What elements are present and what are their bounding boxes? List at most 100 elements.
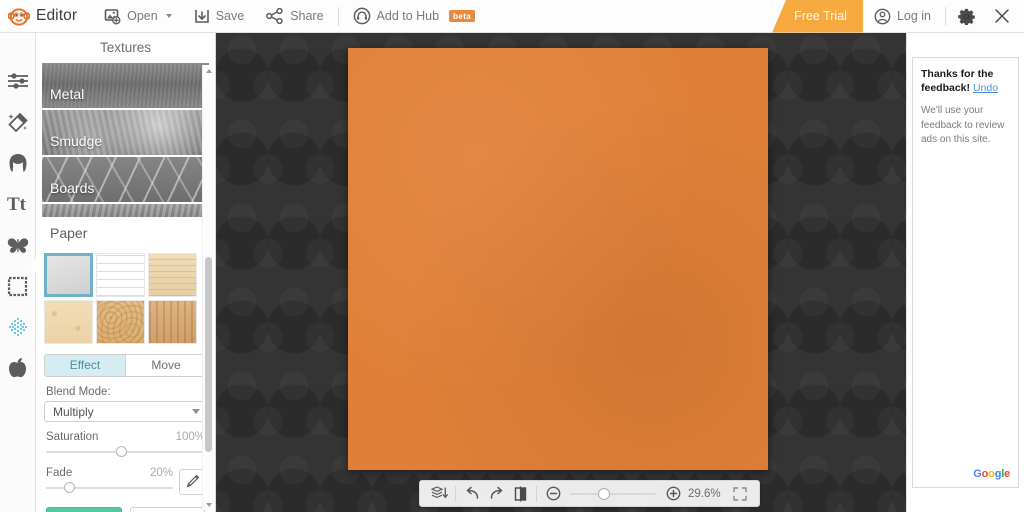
textures-diamond-icon — [7, 316, 29, 338]
blend-mode-select[interactable]: Multiply — [44, 401, 207, 422]
fade-slider-handle[interactable] — [63, 482, 75, 493]
blend-mode-value: Multiply — [53, 404, 94, 419]
sidebar-item-textures[interactable] — [5, 314, 31, 340]
panel-title: Textures — [36, 33, 215, 63]
category-paper[interactable]: Paper — [42, 217, 209, 249]
saturation-slider-handle[interactable] — [115, 446, 127, 457]
app-title: Editor — [36, 7, 78, 24]
redo-arrow-icon — [488, 486, 505, 501]
flatten-layers-button[interactable] — [427, 481, 451, 506]
close-x-icon — [994, 8, 1010, 24]
zoom-in-button[interactable] — [661, 481, 685, 506]
canvas-stage[interactable] — [216, 33, 906, 512]
app-logo-home-button[interactable]: Editor — [0, 0, 93, 33]
ad-feedback-body: We'll use your feedback to review ads on… — [921, 105, 1005, 146]
texture-thumb-crumpled-paper[interactable] — [44, 253, 93, 297]
share-button[interactable]: Share — [255, 0, 334, 33]
sidebar-item-touch-up[interactable] — [5, 150, 31, 176]
fade-slider[interactable] — [46, 482, 173, 494]
zoom-in-plus-icon — [666, 486, 681, 501]
panel-scrollbar[interactable] — [202, 65, 213, 510]
effect-move-tabs: Effect Move — [44, 354, 207, 377]
texture-thumb-speckled-kraft[interactable] — [44, 300, 93, 344]
image-canvas[interactable] — [348, 48, 768, 470]
redo-button[interactable] — [484, 481, 508, 506]
flatten-layers-icon — [430, 486, 448, 501]
settings-button[interactable] — [949, 0, 984, 33]
ad-sidebar: Thanks for the feedback! Undo We'll use … — [906, 33, 1024, 512]
scroll-down-arrow-icon[interactable] — [203, 499, 214, 510]
zoom-slider-handle[interactable] — [598, 487, 610, 500]
save-label: Save — [215, 9, 245, 23]
sidebar-item-adjustments[interactable] — [5, 68, 31, 94]
monkey-logo-icon — [7, 6, 31, 26]
sidebar-item-overlays[interactable] — [5, 232, 31, 258]
fullscreen-button[interactable] — [728, 481, 752, 506]
chevron-down-icon — [192, 409, 200, 414]
text-tt-icon: Tt — [6, 194, 30, 214]
saturation-label: Saturation — [46, 431, 99, 443]
texture-thumb-graph-paper[interactable] — [96, 253, 145, 297]
add-to-hub-button[interactable]: Add to Hub Beta — [342, 0, 487, 33]
category-metal[interactable]: Metal — [42, 63, 209, 108]
picmonkey-editor-window: Editor Open Save Share Add to Hub beta F… — [0, 0, 1024, 512]
tab-effect[interactable]: Effect — [45, 355, 125, 376]
sidebar-item-effects[interactable] — [5, 109, 31, 135]
share-label: Share — [290, 9, 324, 23]
fade-slider-row: Fade 20% — [46, 467, 205, 495]
zoom-out-button[interactable] — [541, 481, 565, 506]
toolbar-divider — [337, 6, 339, 26]
frame-icon — [7, 276, 28, 297]
saturation-slider-row: Saturation 100% — [46, 431, 205, 458]
saturation-slider[interactable] — [46, 446, 205, 458]
ad-feedback-heading: Thanks for the feedback! Undo — [921, 67, 1010, 95]
zoom-level-value: 29.6% — [688, 487, 721, 500]
fullscreen-expand-icon — [732, 486, 747, 501]
sidebar-item-text[interactable]: Tt — [5, 191, 31, 217]
sliders-icon — [7, 71, 29, 91]
svg-text:Tt: Tt — [7, 194, 27, 214]
close-button[interactable] — [984, 0, 1020, 33]
compare-button[interactable] — [508, 481, 532, 506]
zoom-slider-track — [570, 492, 656, 495]
texture-thumb-lined-notepaper[interactable] — [148, 253, 197, 297]
ad-undo-link[interactable]: Undo — [973, 82, 998, 94]
tab-move[interactable]: Move — [125, 355, 206, 376]
butterfly-icon — [6, 235, 30, 255]
open-button[interactable]: Open — [93, 0, 183, 33]
saturation-value: 100% — [175, 431, 205, 443]
texture-thumb-coarse-kraft[interactable] — [96, 300, 145, 344]
fade-value: 20% — [149, 467, 173, 479]
user-avatar-icon — [874, 8, 891, 25]
fade-label: Fade — [46, 467, 73, 479]
panel-body: Metal Smudge Boards Paper Effect Move Bl… — [36, 63, 215, 512]
scrollbar-thumb[interactable] — [205, 257, 212, 452]
hub-headphones-icon — [353, 7, 371, 25]
login-button[interactable]: Log in — [863, 0, 942, 33]
toolbar-divider-right — [945, 6, 946, 26]
panel-actions: Apply Cancel — [46, 507, 205, 512]
category-smudge[interactable]: Smudge — [42, 110, 209, 155]
undo-button[interactable] — [460, 481, 484, 506]
category-label: Smudge — [50, 133, 103, 149]
top-toolbar: Editor Open Save Share Add to Hub beta F… — [0, 0, 1024, 33]
apply-button[interactable]: Apply — [46, 507, 122, 512]
cancel-button[interactable]: Cancel — [129, 507, 205, 512]
save-download-icon — [194, 8, 210, 25]
sidebar-item-themes[interactable] — [5, 355, 31, 381]
free-trial-button[interactable]: Free Trial — [772, 0, 863, 33]
zoom-out-minus-icon — [546, 486, 561, 501]
category-paper-strip[interactable] — [42, 204, 209, 217]
bottom-toolbar-divider — [455, 485, 456, 502]
share-nodes-icon — [266, 7, 284, 25]
sidebar-item-frames[interactable] — [5, 273, 31, 299]
texture-thumb-woodgrain-kraft[interactable] — [148, 300, 197, 344]
google-logo: Google — [973, 468, 1010, 480]
category-boards[interactable]: Boards — [42, 157, 209, 202]
zoom-slider[interactable] — [570, 487, 656, 501]
scroll-up-arrow-icon[interactable] — [203, 65, 214, 76]
magic-wand-icon — [7, 111, 29, 133]
login-label: Log in — [896, 9, 931, 23]
save-button[interactable]: Save — [183, 0, 256, 33]
gear-icon — [958, 8, 975, 25]
